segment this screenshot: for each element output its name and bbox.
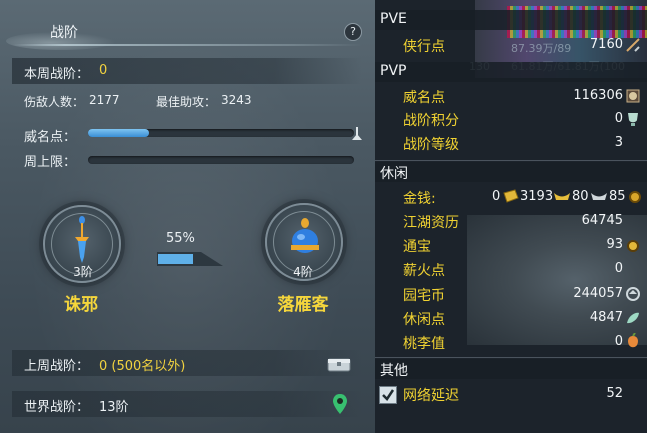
section-pvp-header: PVP [375, 62, 647, 82]
item-value: 3 [614, 135, 623, 150]
silver-boat-ingot-icon [591, 193, 607, 200]
list-item: 园宅币 244057 [375, 283, 647, 307]
list-item: 江湖资历 64745 [375, 210, 647, 234]
list-item: 侠行点 7160 [375, 34, 647, 58]
item-value: 0 [614, 261, 623, 276]
weekly-cap-label: 周上限： [24, 155, 77, 170]
rank-progress-percent: 55% [166, 231, 195, 246]
house-coin-icon [626, 287, 640, 301]
weekly-cap-progress-bar [88, 156, 354, 164]
list-item: 战阶积分 0 [375, 108, 647, 132]
bar-end-marker-icon [352, 127, 362, 140]
item-name: 桃李值 [403, 336, 445, 352]
last-week-value: 0 (500名以外) [99, 359, 186, 374]
item-name: 通宝 [403, 239, 431, 255]
current-rank-name: 诛邪 [64, 295, 98, 315]
money-silver-value: 3193 [520, 189, 554, 204]
panel-header: 战阶 [0, 14, 375, 50]
current-rank-level: 3阶 [73, 265, 93, 279]
sword-icon [75, 216, 89, 263]
section-other-header: 其他 [375, 359, 647, 379]
item-name: 网络延迟 [403, 388, 459, 404]
world-rank-label: 世界战阶： [24, 400, 90, 415]
money-row: 金钱: 0 3193 80 85 [375, 186, 647, 210]
section-other-title: 其他 [380, 363, 408, 379]
location-pin-icon[interactable] [332, 393, 348, 415]
item-value: 7160 [589, 37, 623, 52]
item-name: 威名点 [403, 90, 445, 106]
list-item: 战阶等级 3 [375, 132, 647, 156]
prestige-progress-fill [88, 129, 150, 137]
trophy-icon [628, 113, 638, 126]
next-rank-name: 落雁客 [277, 295, 329, 315]
last-week-label: 上周战阶： [24, 359, 90, 374]
list-item: 薪火点 0 [375, 258, 647, 282]
best-assist-label: 最佳助攻： [156, 95, 217, 109]
item-value: 244057 [573, 286, 623, 301]
world-rank-value: 13阶 [99, 400, 129, 415]
tongbao-coin-icon [627, 240, 639, 252]
prestige-label: 威名点： [24, 130, 77, 145]
section-leisure-title: 休闲 [380, 166, 408, 182]
section-divider [375, 160, 647, 161]
leaf-icon [627, 312, 639, 324]
prestige-progress-bar [88, 129, 354, 137]
copper-coin-icon [629, 191, 641, 203]
kills-label: 伤敌人数： [24, 95, 85, 109]
weekly-rank-label: 本周战阶： [24, 67, 90, 82]
weekly-rank-value: 0 [99, 63, 108, 78]
item-name: 战阶等级 [403, 137, 459, 153]
item-value: 4847 [589, 310, 623, 325]
item-value: 52 [606, 386, 623, 401]
battle-rank-panel: 战阶 ? 本周战阶： 0 伤敌人数： 2177 最佳助攻： 3243 威名点： … [0, 0, 375, 433]
blade-icon [626, 38, 640, 52]
best-assist-value: 3243 [221, 93, 252, 107]
section-pve-title: PVE [380, 11, 407, 27]
item-name: 薪火点 [403, 263, 445, 279]
item-name: 侠行点 [403, 39, 445, 55]
item-name: 园宅币 [403, 288, 445, 304]
section-pve-header: PVE [375, 10, 647, 30]
gold-boat-ingot-icon [554, 193, 570, 200]
item-value: 0 [614, 111, 623, 126]
item-value: 93 [606, 237, 623, 252]
list-item: 通宝 93 [375, 234, 647, 258]
list-item: 网络延迟 52 [375, 383, 647, 407]
item-name: 江湖资历 [403, 215, 459, 231]
section-divider [375, 357, 647, 358]
currency-panel: 87.39万/89 130 61.81万/61.81万(100 PVE 侠行点 … [375, 0, 647, 433]
money-gold-value: 0 [492, 189, 501, 204]
list-item: 休闲点 4847 [375, 307, 647, 331]
panel-title: 战阶 [50, 25, 78, 41]
item-name: 战阶积分 [403, 113, 459, 129]
list-item: 威名点 116306 [375, 85, 647, 109]
item-value: 116306 [573, 88, 623, 103]
money-label: 金钱: [403, 191, 436, 207]
gold-ingot-icon [503, 189, 519, 203]
section-pvp-title: PVP [380, 63, 407, 79]
item-value: 0 [614, 334, 623, 349]
peach-icon [628, 333, 638, 348]
header-divider [12, 44, 362, 46]
kills-value: 2177 [89, 93, 120, 107]
helmet-icon [291, 218, 319, 253]
helmet-icon [626, 89, 640, 103]
money-extra-value: 85 [609, 189, 626, 204]
rank-progress-arrow [157, 252, 223, 266]
next-rank-level: 4阶 [293, 265, 313, 279]
money-copper-value: 80 [572, 189, 589, 204]
chest-icon[interactable] [327, 356, 351, 372]
section-leisure-header: 休闲 [375, 162, 647, 182]
list-item: 桃李值 0 [375, 331, 647, 355]
help-button[interactable]: ? [344, 23, 362, 41]
item-name: 休闲点 [403, 312, 445, 328]
item-value: 64745 [581, 213, 623, 228]
